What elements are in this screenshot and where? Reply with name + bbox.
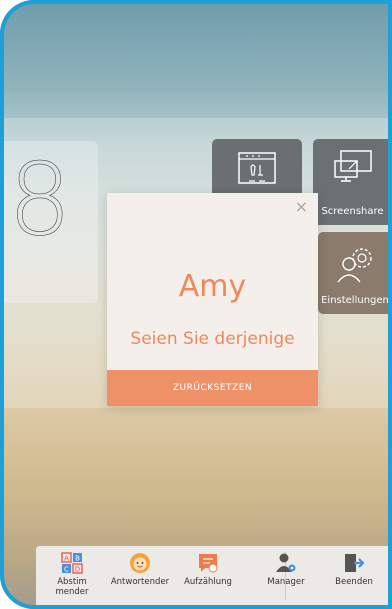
whiteboard-tile[interactable] — [212, 139, 302, 201]
settings-label: Einstellungen — [321, 295, 389, 306]
app-window: 8 Screenshare Einstellungen × Amy Seien … — [0, 0, 392, 609]
toolbar-item-responder[interactable]: Antwortender — [102, 552, 178, 587]
toolbar-label-responder: Antwortender — [110, 577, 170, 587]
exit-icon — [345, 554, 365, 572]
svg-text:C: C — [64, 566, 69, 574]
smiley-responder-icon — [130, 553, 150, 573]
random-picker-dialog: × Amy Seien Sie derjenige ZURÜCKSETZEN — [107, 193, 318, 406]
toolbar-item-voter[interactable]: A B C D Abstim mender — [40, 552, 104, 597]
toolbar-label-exit: Beenden — [335, 577, 373, 587]
toolbar-label-voter: Abstim mender — [55, 577, 89, 598]
dialog-subtitle: Seien Sie derjenige — [130, 329, 295, 349]
reset-button[interactable]: ZURÜCKSETZEN — [107, 370, 318, 406]
user-gear-icon — [276, 553, 296, 572]
chat-list-icon — [199, 554, 218, 573]
clock-digit: 8 — [8, 141, 72, 258]
toolbar-item-exit[interactable]: Beenden — [322, 552, 386, 587]
toolbar-label-list: Aufzählung — [184, 577, 232, 587]
bottom-toolbar: A B C D Abstim mender Antwortender Aufzä… — [36, 546, 392, 609]
close-icon[interactable]: × — [295, 197, 308, 216]
svg-text:A: A — [64, 555, 69, 563]
monitor-icon — [334, 150, 372, 182]
whiteboard-icon — [238, 152, 276, 184]
gear-user-icon — [337, 248, 372, 283]
screenshare-label: Screenshare — [321, 206, 384, 217]
selected-name: Amy — [178, 269, 247, 304]
toolbar-item-list[interactable]: Aufzählung — [176, 552, 240, 587]
svg-text:B: B — [75, 555, 80, 563]
settings-tile[interactable]: Einstellungen — [318, 232, 392, 314]
abcd-vote-icon: A B C D — [61, 552, 83, 574]
toolbar-item-manager[interactable]: Manager — [254, 552, 318, 587]
toolbar-label-manager: Manager — [267, 577, 305, 587]
svg-text:D: D — [75, 566, 80, 574]
screenshare-tile[interactable]: Screenshare — [313, 139, 392, 225]
